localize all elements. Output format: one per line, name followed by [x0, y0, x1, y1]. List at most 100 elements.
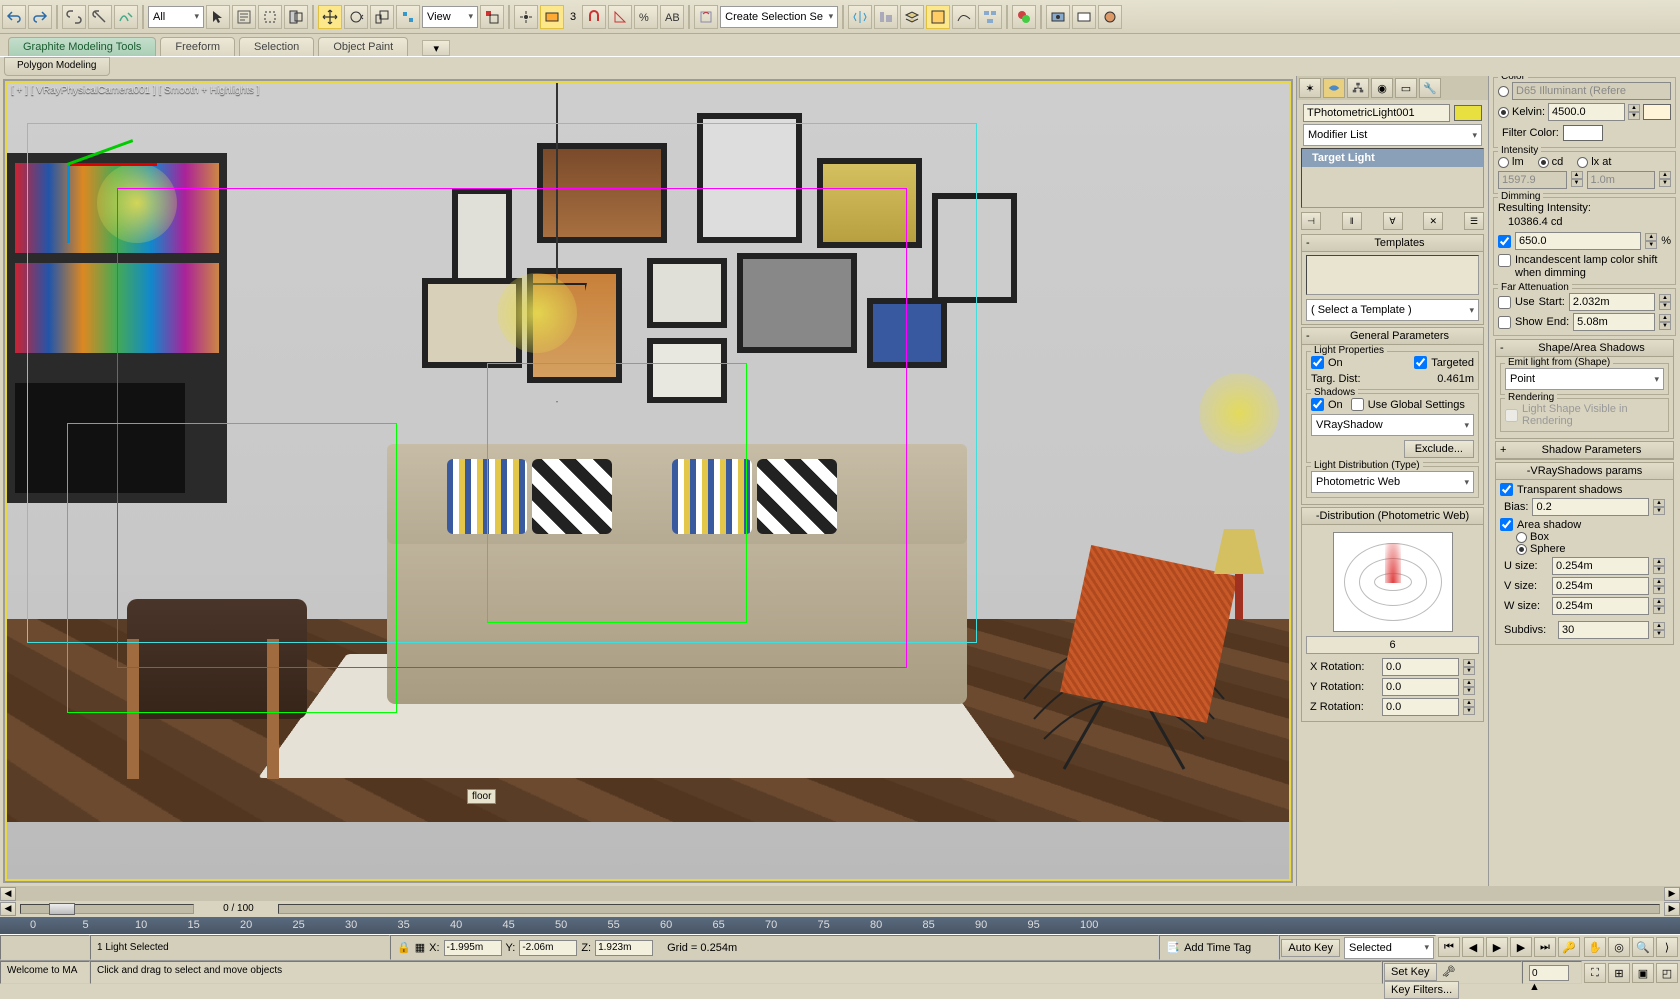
transparent-shadows-checkbox[interactable]: Transparent shadows: [1500, 483, 1669, 496]
zoom-button[interactable]: 🔍: [1632, 937, 1654, 957]
y-rotation-field[interactable]: 0.0: [1382, 678, 1459, 696]
make-unique-button[interactable]: ∀: [1383, 212, 1403, 230]
gizmo-y-axis[interactable]: [67, 163, 70, 243]
incandescent-checkbox[interactable]: Incandescent lamp color shift when dimmi…: [1498, 254, 1671, 280]
manipulate-button[interactable]: [514, 5, 538, 29]
kelvin-swatch[interactable]: [1643, 104, 1671, 120]
web-file-button[interactable]: 6: [1306, 636, 1479, 654]
set-key-button[interactable]: Set Key: [1384, 963, 1437, 981]
scroll-left-button[interactable]: ◀: [0, 887, 16, 901]
schematic-view-button[interactable]: [978, 5, 1002, 29]
vsize-field[interactable]: 0.254m: [1552, 577, 1649, 595]
goto-start-button[interactable]: ⏮: [1438, 937, 1460, 957]
wsize-field[interactable]: 0.254m: [1552, 597, 1649, 615]
timeline-right-button[interactable]: ▶: [1664, 902, 1680, 916]
vray-shadows-header[interactable]: -VRayShadows params: [1496, 463, 1673, 480]
tab-object-paint[interactable]: Object Paint: [318, 37, 408, 56]
atten-show-checkbox[interactable]: Show: [1498, 316, 1543, 329]
render-setup-button[interactable]: [1046, 5, 1070, 29]
filter-color-swatch[interactable]: [1563, 125, 1603, 141]
prev-frame-button[interactable]: ◀: [1462, 937, 1484, 957]
modifier-list-dropdown[interactable]: Modifier List: [1303, 124, 1482, 146]
named-selection-dropdown[interactable]: Create Selection Se: [720, 6, 838, 28]
motion-panel-tab[interactable]: ◉: [1371, 78, 1393, 98]
scroll-right-button[interactable]: ▶: [1664, 887, 1680, 901]
maxscript-mini-button[interactable]: [0, 935, 90, 960]
modify-panel-tab[interactable]: [1323, 78, 1345, 98]
modifier-stack[interactable]: Target Light: [1301, 148, 1484, 208]
time-tag-icon[interactable]: 📑: [1166, 941, 1180, 954]
arc-rotate-button[interactable]: ◎: [1608, 937, 1630, 957]
snap-toggle-button[interactable]: [582, 5, 606, 29]
ribbon-minimize-button[interactable]: ▾: [422, 40, 450, 56]
object-color-swatch[interactable]: [1454, 105, 1482, 121]
max-viewport-button[interactable]: ▣: [1632, 963, 1654, 983]
key-mode-button[interactable]: 🔑: [1558, 937, 1580, 957]
material-editor-button[interactable]: [1012, 5, 1036, 29]
use-global-checkbox[interactable]: Use Global Settings: [1351, 398, 1465, 411]
lm-radio[interactable]: lm: [1498, 156, 1524, 168]
layers-button[interactable]: [900, 5, 924, 29]
spinner-snap-button[interactable]: ABC: [660, 5, 684, 29]
lock-icon[interactable]: 🔒: [397, 941, 411, 954]
tab-freeform[interactable]: Freeform: [160, 37, 235, 56]
link-button[interactable]: [62, 5, 86, 29]
select-rotate-button[interactable]: [344, 5, 368, 29]
distribution-dropdown[interactable]: Photometric Web: [1311, 471, 1474, 493]
key-filter-dropdown[interactable]: Selected: [1344, 937, 1434, 959]
undo-button[interactable]: [2, 5, 26, 29]
shape-shadows-header[interactable]: -Shape/Area Shadows: [1496, 340, 1673, 357]
time-slider[interactable]: [20, 904, 194, 914]
ref-coord-dropdown[interactable]: View: [422, 6, 478, 28]
shadow-params-header[interactable]: +Shadow Parameters: [1496, 442, 1673, 459]
fov-button[interactable]: ⟩: [1656, 937, 1678, 957]
key-icon[interactable]: 🗝: [1441, 966, 1455, 978]
current-frame-field[interactable]: [1529, 965, 1569, 981]
x-rotation-field[interactable]: 0.0: [1382, 658, 1459, 676]
usize-field[interactable]: 0.254m: [1552, 557, 1649, 575]
redo-button[interactable]: [28, 5, 52, 29]
layer-manager-button[interactable]: [926, 5, 950, 29]
pan-view-button[interactable]: ✋: [1584, 937, 1606, 957]
templates-header[interactable]: -Templates: [1302, 235, 1483, 252]
z-rotation-field[interactable]: 0.0: [1382, 698, 1459, 716]
lx-radio[interactable]: lx at: [1577, 156, 1611, 168]
kelvin-radio[interactable]: Kelvin:4500.0▲▼: [1498, 103, 1671, 121]
atten-start-field[interactable]: 2.032m: [1569, 293, 1655, 311]
select-move-button[interactable]: [318, 5, 342, 29]
subtab-polygon-modeling[interactable]: Polygon Modeling: [4, 57, 110, 76]
curve-editor-button[interactable]: [952, 5, 976, 29]
box-radio[interactable]: Box: [1516, 531, 1669, 543]
keyboard-shortcut-button[interactable]: [540, 5, 564, 29]
timeline-left-button[interactable]: ◀: [0, 902, 16, 916]
remove-modifier-button[interactable]: ✕: [1423, 212, 1443, 230]
shadow-type-dropdown[interactable]: VRayShadow: [1311, 414, 1474, 436]
selection-filter-dropdown[interactable]: All: [148, 6, 204, 28]
display-panel-tab[interactable]: ▭: [1395, 78, 1417, 98]
bias-field[interactable]: 0.2: [1532, 498, 1649, 516]
shape-dropdown[interactable]: Point: [1505, 368, 1664, 390]
distribution-header[interactable]: -Distribution (Photometric Web): [1302, 508, 1483, 525]
dimming-pct-field[interactable]: 650.0: [1515, 232, 1641, 250]
area-shadow-checkbox[interactable]: Area shadow: [1500, 518, 1669, 531]
render-button[interactable]: [1098, 5, 1122, 29]
named-selection-button[interactable]: [694, 5, 718, 29]
viewport-label[interactable]: [ + ] [ VRayPhysicalCamera001 ] [ Smooth…: [11, 85, 259, 96]
d65-radio[interactable]: D65 Illuminant (Refere: [1498, 82, 1671, 100]
pin-stack-button[interactable]: ⊣: [1301, 212, 1321, 230]
object-name-field[interactable]: TPhotometricLight001: [1303, 104, 1450, 122]
gizmo-x-axis[interactable]: [67, 163, 157, 166]
light-on-checkbox[interactable]: On: [1311, 356, 1343, 369]
zoom-extents-all-button[interactable]: ⊞: [1608, 963, 1630, 983]
rectangle-select-button[interactable]: [258, 5, 282, 29]
pivot-button[interactable]: [480, 5, 504, 29]
atten-use-checkbox[interactable]: Use: [1498, 296, 1535, 309]
tab-graphite[interactable]: Graphite Modeling Tools: [8, 37, 156, 56]
hierarchy-panel-tab[interactable]: [1347, 78, 1369, 98]
window-crossing-button[interactable]: [284, 5, 308, 29]
y-coord-field[interactable]: [519, 940, 577, 956]
kelvin-field[interactable]: 4500.0: [1548, 103, 1625, 121]
select-by-name-button[interactable]: [232, 5, 256, 29]
x-coord-field[interactable]: [444, 940, 502, 956]
rendered-frame-button[interactable]: [1072, 5, 1096, 29]
